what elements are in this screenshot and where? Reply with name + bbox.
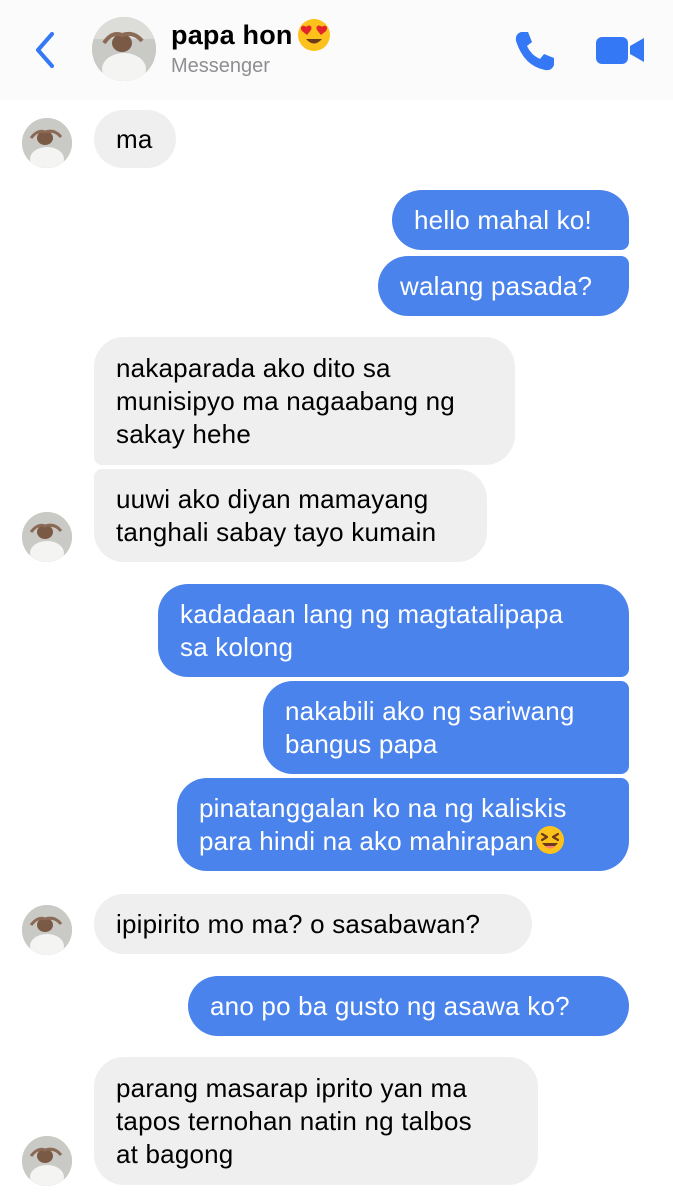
message-text-line-with-emoji: para hindi na ako mahirapan xyxy=(199,825,607,858)
video-camera-icon[interactable] xyxy=(594,32,646,68)
avatar-photo-icon xyxy=(22,118,72,168)
message-text-line: pinatanggalan ko na ng kaliskis xyxy=(199,792,567,823)
message-text-line: uuwi ako diyan mamayang xyxy=(116,483,429,514)
message-incoming[interactable]: uuwi ako diyan mamayang tanghali sabay t… xyxy=(94,469,487,562)
message-text-line: bangus papa xyxy=(285,728,438,759)
message-incoming[interactable]: nakaparada ako dito sa munisipyo ma naga… xyxy=(94,337,515,465)
avatar-photo-icon xyxy=(92,17,156,81)
contact-avatar-small[interactable] xyxy=(22,512,72,562)
contact-name[interactable]: papa hon xyxy=(171,18,331,52)
grinning-squinting-emoji-icon xyxy=(535,825,564,854)
message-text: para hindi na ako mahirapan xyxy=(199,825,534,856)
chat-header: papa hon Messenger xyxy=(0,0,673,100)
contact-avatar-small[interactable] xyxy=(22,1136,72,1186)
message-text-line: kadadaan lang ng magtatalipapa xyxy=(180,598,564,629)
message-text-line: nakaparada ako dito sa xyxy=(116,352,391,383)
contact-name-text: papa hon xyxy=(171,19,293,50)
avatar-photo-icon xyxy=(22,905,72,955)
contact-avatar-small[interactable] xyxy=(22,118,72,168)
message-incoming[interactable]: ma xyxy=(94,110,176,168)
message-outgoing[interactable]: ano po ba gusto ng asawa ko? xyxy=(188,976,629,1036)
message-outgoing[interactable]: nakabili ako ng sariwang bangus papa xyxy=(263,681,629,774)
message-text: hello mahal ko! xyxy=(414,204,592,235)
message-text-line: at bagong xyxy=(116,1138,234,1169)
message-text: ipipirito mo ma? o sasabawan? xyxy=(116,908,481,939)
message-text: ano po ba gusto ng asawa ko? xyxy=(210,990,570,1021)
phone-icon[interactable] xyxy=(512,28,558,74)
message-text-line: sa kolong xyxy=(180,631,294,662)
message-incoming[interactable]: ipipirito mo ma? o sasabawan? xyxy=(94,894,532,954)
message-text-line: munisipyo ma nagaabang ng xyxy=(116,385,455,416)
message-text: ma xyxy=(116,123,153,154)
contact-subtitle: Messenger xyxy=(171,55,270,77)
contact-avatar-small[interactable] xyxy=(22,905,72,955)
message-text-line: nakabili ako ng sariwang xyxy=(285,695,575,726)
message-outgoing[interactable]: walang pasada? xyxy=(378,256,629,316)
message-outgoing[interactable]: kadadaan lang ng magtatalipapa sa kolong xyxy=(158,584,629,677)
chevron-left-icon[interactable] xyxy=(28,28,62,72)
message-incoming[interactable]: parang masarap iprito yan ma tapos terno… xyxy=(94,1057,538,1185)
message-text-line: tanghali sabay tayo kumain xyxy=(116,516,437,547)
avatar-photo-icon xyxy=(22,1136,72,1186)
message-outgoing[interactable]: hello mahal ko! xyxy=(392,190,629,250)
avatar-photo-icon xyxy=(22,512,72,562)
heart-eyes-emoji-icon xyxy=(297,19,330,51)
message-text-line: parang masarap iprito yan ma xyxy=(116,1072,468,1103)
contact-avatar[interactable] xyxy=(92,17,156,81)
message-text-line: tapos ternohan natin ng talbos xyxy=(116,1105,472,1136)
message-text: walang pasada? xyxy=(400,270,593,301)
message-text-line: sakay hehe xyxy=(116,418,251,449)
message-outgoing[interactable]: pinatanggalan ko na ng kaliskis para hin… xyxy=(177,778,629,871)
